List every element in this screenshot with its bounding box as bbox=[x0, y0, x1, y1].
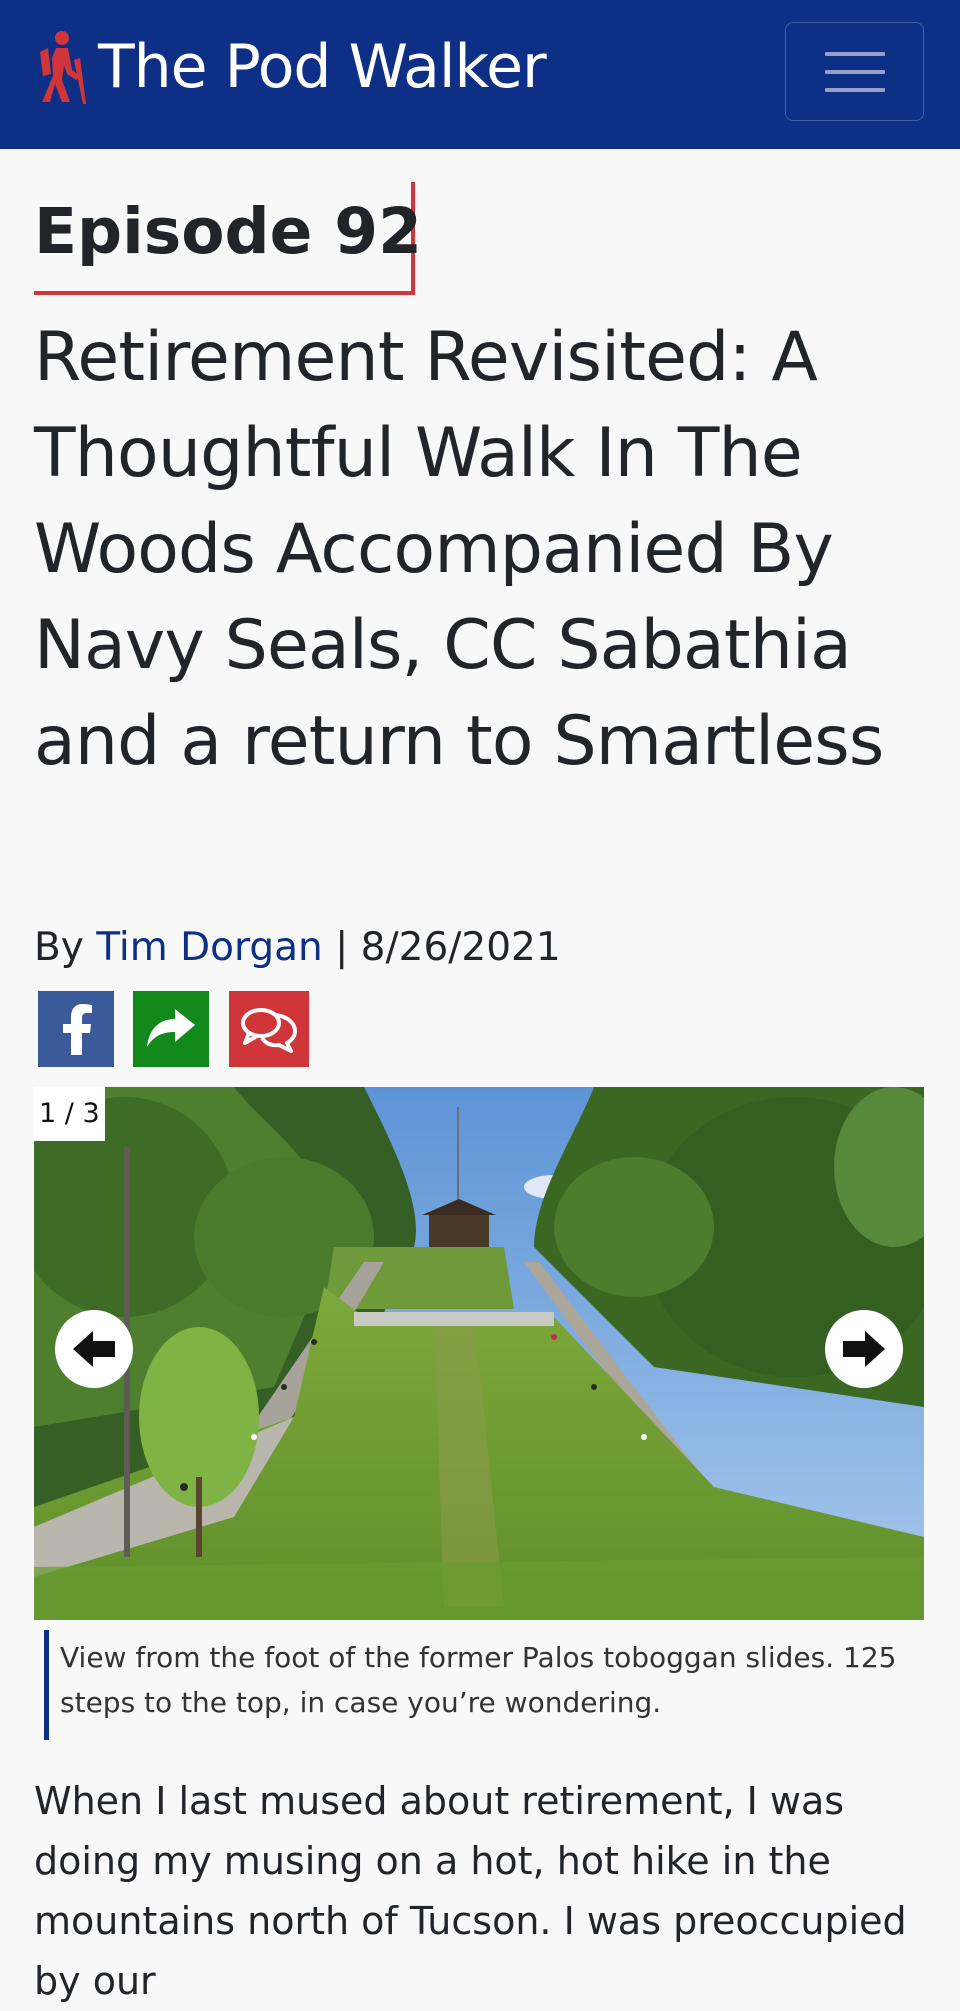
share-buttons bbox=[38, 991, 309, 1067]
brand-link[interactable]: The Pod Walker bbox=[34, 30, 547, 104]
brand-name: The Pod Walker bbox=[98, 32, 547, 102]
comments-icon bbox=[241, 1008, 297, 1053]
hamburger-menu-icon bbox=[824, 51, 885, 56]
facebook-share-button[interactable] bbox=[38, 991, 114, 1067]
arrow-left-circle-icon bbox=[73, 1331, 115, 1367]
slide-counter: 1 / 3 bbox=[34, 1087, 105, 1141]
facebook-icon bbox=[63, 1004, 92, 1055]
episode-badge: Episode 92 bbox=[34, 182, 422, 295]
hamburger-menu-icon-bar bbox=[824, 69, 885, 74]
share-forward-icon bbox=[147, 1009, 195, 1047]
publish-date: 8/26/2021 bbox=[360, 925, 561, 970]
byline: By Tim Dorgan | 8/26/2021 bbox=[34, 924, 561, 972]
byline-prefix: By bbox=[34, 925, 84, 970]
carousel-next-button[interactable] bbox=[825, 1310, 903, 1388]
article-body-paragraph: When I last mused about retirement, I wa… bbox=[34, 1779, 907, 2003]
photo-carousel[interactable]: 1 / 3 bbox=[34, 1087, 924, 1620]
episode-label: Episode 92 bbox=[34, 195, 422, 268]
hamburger-menu-icon-bar bbox=[824, 87, 885, 92]
author-link[interactable]: Tim Dorgan bbox=[96, 925, 322, 970]
arrow-right-circle-icon bbox=[843, 1331, 885, 1367]
carousel-prev-button[interactable] bbox=[55, 1310, 133, 1388]
forward-share-button[interactable] bbox=[133, 991, 209, 1067]
byline-separator: | bbox=[335, 925, 349, 970]
article-title: Retirement Revisited: A Thoughtful Walk … bbox=[34, 318, 884, 781]
navbar: The Pod Walker bbox=[0, 0, 960, 149]
slide-photo bbox=[34, 1087, 924, 1620]
comments-button[interactable] bbox=[229, 991, 309, 1067]
photo-caption: View from the foot of the former Palos t… bbox=[44, 1630, 924, 1740]
hiker-icon bbox=[40, 31, 86, 104]
menu-toggle-button[interactable] bbox=[785, 22, 924, 121]
